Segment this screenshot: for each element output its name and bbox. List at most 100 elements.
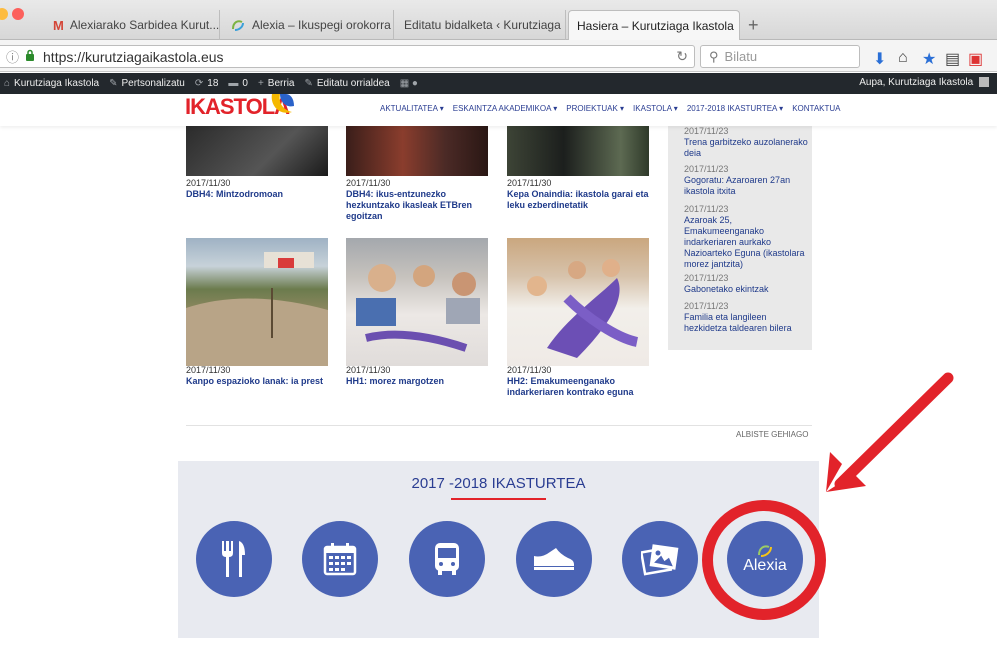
- sidebar-item[interactable]: 2017/11/23 Azaroak 25, Emakumeenganako i…: [684, 204, 810, 270]
- news-date: 2017/11/30: [186, 178, 231, 188]
- tab-close-icon[interactable]: ×: [219, 18, 220, 32]
- admin-greeting: Aupa, Kurutziaga Ikastola: [859, 77, 974, 88]
- nav-ikasturtea[interactable]: 2017-2018 IKASTURTEA ▾: [687, 104, 783, 113]
- tab-close-icon[interactable]: ×: [391, 18, 393, 32]
- section-underline: [451, 498, 546, 500]
- gallery-button[interactable]: [622, 521, 698, 597]
- nav-aktualitatea[interactable]: AKTUALITATEA ▾: [380, 104, 444, 113]
- nav-eskaintza-akademikoa[interactable]: ESKAINTZA AKADEMIKOA ▾: [453, 104, 558, 113]
- news-image[interactable]: [507, 238, 649, 366]
- home-icon[interactable]: ⌂: [898, 49, 908, 67]
- news-divider: [186, 425, 812, 426]
- admin-edit-label: Editatu orrialdea: [316, 78, 390, 89]
- tab-title: Alexiarako Sarbidea Kurut...: [69, 18, 220, 32]
- news-image[interactable]: [186, 238, 328, 366]
- extension-icon[interactable]: ▣: [968, 49, 983, 69]
- admin-edit-link[interactable]: ✎ Editatu orrialdea: [304, 78, 389, 89]
- fork-knife-icon: [222, 541, 245, 577]
- news-date: 2017/11/30: [186, 365, 231, 375]
- sidebar-item[interactable]: 2017/11/23 Gogoratu: Azaroaren 27an ikas…: [684, 164, 810, 197]
- annotation-arrow-icon: [826, 372, 954, 492]
- news-image[interactable]: [186, 126, 328, 176]
- admin-comments-link[interactable]: ▬ 0: [228, 78, 248, 89]
- admin-site-link[interactable]: ⌂ Kurutziaga Ikastola: [4, 78, 99, 89]
- tab-close-icon[interactable]: ×: [734, 19, 739, 33]
- admin-customize-link[interactable]: ✎ Pertsonalizatu: [109, 78, 185, 89]
- updates-icon: ⟳: [194, 78, 204, 89]
- sidebar-date: 2017/11/23: [684, 204, 729, 214]
- sidebar-title[interactable]: Gabonetako ekintzak: [684, 284, 810, 295]
- window-minimize-button[interactable]: [0, 8, 8, 20]
- sidebar-item[interactable]: 2017/11/23 Gabonetako ekintzak: [684, 273, 810, 295]
- sidebar-item[interactable]: 2017/11/23 Trena garbitzeko auzolanerako…: [684, 126, 810, 159]
- logo-mark-icon: [271, 94, 294, 113]
- tab-gmail[interactable]: M Alexiarako Sarbidea Kurut... ×: [45, 10, 220, 40]
- sidebar-title[interactable]: Trena garbitzeko auzolanerako deia: [684, 137, 810, 159]
- news-title-link[interactable]: Kanpo espazioko lanak: ia prest: [186, 376, 336, 387]
- news-date: 2017/11/30: [507, 365, 552, 375]
- sidebar-title[interactable]: Gogoratu: Azaroaren 27an ikastola itxita: [684, 175, 810, 197]
- reading-list-icon[interactable]: ▤: [945, 49, 960, 69]
- sidebar-title[interactable]: Familia eta langileen hezkidetza taldear…: [684, 312, 810, 334]
- calendar-button[interactable]: [302, 521, 378, 597]
- news-title-link[interactable]: DBH4: ikus-entzunezko hezkuntzako ikasle…: [346, 189, 488, 222]
- browser-nav-bar: ⓘ https://kurutziagaikastola.eus ↻ ⚲ Bil…: [0, 40, 997, 72]
- search-placeholder: Bilatu: [724, 49, 758, 64]
- gmail-icon: M: [53, 17, 64, 33]
- sidebar-date: 2017/11/23: [684, 273, 729, 283]
- tab-hasiera[interactable]: Hasiera – Kurutziaga Ikastola ×: [568, 10, 740, 40]
- nav-ikastola[interactable]: IKASTOLA ▾: [633, 104, 678, 113]
- url-bar[interactable]: ⓘ https://kurutziagaikastola.eus ↻: [0, 45, 695, 68]
- calendar-icon: [323, 543, 357, 576]
- tab-alexia[interactable]: Alexia – Ikuspegi orokorra ×: [222, 10, 394, 40]
- admin-account-link[interactable]: Aupa, Kurutziaga Ikastola: [859, 77, 989, 88]
- wp-admin-bar: ⌂ Kurutziaga Ikastola ✎ Pertsonalizatu ⟳…: [0, 73, 997, 94]
- new-tab-button[interactable]: +: [748, 15, 759, 36]
- plugin-icon: ▦ ●: [399, 78, 418, 89]
- browser-tab-bar: M Alexiarako Sarbidea Kurut... × Alexia …: [0, 0, 997, 40]
- bus-button[interactable]: [409, 521, 485, 597]
- sports-button[interactable]: [516, 521, 592, 597]
- admin-comments-count: 0: [242, 78, 248, 89]
- news-title-link[interactable]: Kepa Onaindia: ikastola garai eta leku e…: [507, 189, 657, 211]
- news-date: 2017/11/30: [346, 365, 391, 375]
- news-image[interactable]: [346, 238, 488, 366]
- nav-proiektuak[interactable]: PROIEKTUAK ▾: [566, 104, 624, 113]
- tab-editatu[interactable]: Editatu bidalketa ‹ Kurutziaga ... ×: [396, 10, 566, 40]
- admin-updates-link[interactable]: ⟳ 18: [195, 78, 219, 89]
- info-icon[interactable]: ⓘ: [6, 47, 19, 66]
- bus-icon: [435, 543, 459, 575]
- sidebar-item[interactable]: 2017/11/23 Familia eta langileen hezkide…: [684, 301, 810, 334]
- site-header: IKASTOLA AKTUALITATEA ▾ ESKAINTZA AKADEM…: [0, 94, 997, 126]
- sidebar-date: 2017/11/23: [684, 126, 729, 136]
- tab-title: Editatu bidalketa ‹ Kurutziaga ...: [404, 18, 566, 32]
- brush-icon: ✎: [109, 78, 118, 89]
- comment-icon: ▬: [228, 78, 239, 89]
- url-text: https://kurutziagaikastola.eus: [43, 48, 224, 65]
- photos-icon: [641, 544, 679, 576]
- avatar: [979, 77, 989, 88]
- lock-icon[interactable]: [25, 49, 35, 64]
- sidebar-date: 2017/11/23: [684, 164, 729, 174]
- bookmark-star-icon[interactable]: ★: [922, 49, 936, 69]
- news-date: 2017/11/30: [507, 178, 552, 188]
- news-image[interactable]: [507, 126, 649, 176]
- menu-button[interactable]: [196, 521, 272, 597]
- window-close-button[interactable]: [12, 8, 24, 20]
- news-title-link[interactable]: DBH4: Mintzodromoan: [186, 189, 326, 200]
- nav-kontaktua[interactable]: KONTAKTUA: [792, 104, 840, 113]
- news-title-link[interactable]: HH1: morez margotzen: [346, 376, 496, 387]
- sidebar-title[interactable]: Azaroak 25, Emakumeenganako indarkeriare…: [684, 215, 810, 270]
- admin-updates-count: 18: [207, 78, 219, 89]
- tab-title: Hasiera – Kurutziaga Ikastola: [577, 18, 734, 33]
- admin-new-link[interactable]: + Berria: [258, 78, 295, 89]
- news-title-link[interactable]: HH2: Emakumeenganako indarkeriaren kontr…: [507, 376, 657, 398]
- admin-customize-label: Pertsonalizatu: [121, 78, 185, 89]
- more-news-link[interactable]: ALBISTE GEHIAGO: [736, 430, 808, 439]
- download-icon[interactable]: ⬇: [873, 49, 886, 69]
- sidebar-date: 2017/11/23: [684, 301, 729, 311]
- reload-icon[interactable]: ↻: [676, 48, 688, 65]
- news-image[interactable]: [346, 126, 488, 176]
- browser-search-input[interactable]: ⚲ Bilatu: [700, 45, 860, 68]
- admin-plugin-link[interactable]: ▦ ●: [400, 78, 422, 89]
